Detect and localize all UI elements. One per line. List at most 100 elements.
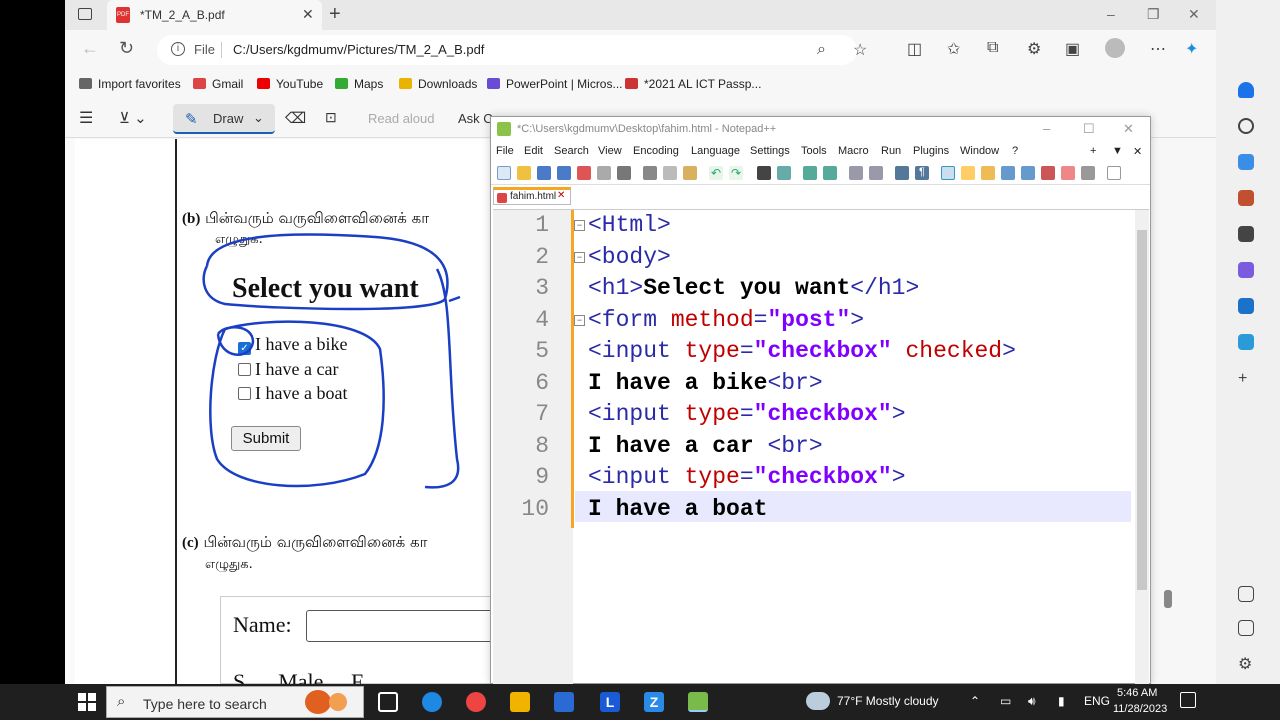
menu-edit[interactable]: Edit	[524, 145, 543, 157]
menu-help[interactable]: ?	[1012, 145, 1018, 157]
clock-time[interactable]: 5:46 AM	[1117, 687, 1157, 699]
settings-gear-icon[interactable]: ⚙	[1238, 654, 1252, 674]
menu-add-icon[interactable]: +	[1090, 145, 1096, 157]
menu-settings[interactable]: Settings	[750, 145, 790, 157]
weather-text[interactable]: 77°F Mostly cloudy	[837, 694, 939, 708]
close-all-icon[interactable]	[597, 166, 611, 180]
page-scroll-thumb[interactable]	[1164, 590, 1172, 608]
npp-close-button[interactable]: ✕	[1123, 121, 1134, 137]
zoom-app-icon[interactable]: Z	[644, 692, 664, 712]
pdf-viewer[interactable]: (b) பின்வரும் வருவிளைவினைக் கா எழுதுக. S…	[65, 139, 520, 684]
favorite-gmail[interactable]: Gmail	[193, 77, 243, 91]
search-icon[interactable]	[1238, 118, 1254, 134]
external-link-icon[interactable]	[1238, 620, 1254, 636]
address-bar[interactable]: i File C:/Users/kgdmumv/Pictures/TM_2_A_…	[157, 35, 867, 65]
fold-toggle-icon[interactable]: −	[574, 252, 585, 263]
menu-tools[interactable]: Tools	[801, 145, 827, 157]
find-icon[interactable]	[757, 166, 771, 180]
indent-guide-icon[interactable]	[941, 166, 955, 180]
menu-encoding[interactable]: Encoding	[633, 145, 679, 157]
sidebar-toggle-icon[interactable]	[1238, 586, 1254, 602]
redo-icon[interactable]: ↷	[729, 166, 743, 180]
favorite-youtube[interactable]: YouTube	[257, 77, 323, 91]
volume-icon[interactable]: 🔊︎	[1028, 694, 1036, 709]
scrollbar-thumb[interactable]	[1137, 230, 1147, 590]
restore-button[interactable]: ❐	[1147, 6, 1160, 23]
favorite-maps[interactable]: Maps	[335, 77, 383, 91]
favorite-star-icon[interactable]: ☆	[853, 40, 867, 60]
code-editor[interactable]: 1 2 3 4 5 6 7 8 9 10 − − − <Html> <body>	[493, 209, 1149, 684]
favorite-downloads[interactable]: Downloads	[399, 77, 477, 91]
favorite-ict-pdf[interactable]: *2021 AL ICT Passp...	[625, 77, 761, 91]
minimize-button[interactable]: –	[1107, 6, 1115, 22]
collections-icon[interactable]: ⧉	[987, 39, 998, 57]
read-aloud-button[interactable]: Read aloud	[368, 111, 435, 126]
tab-actions-icon[interactable]	[78, 8, 92, 20]
split-screen-icon[interactable]: ◫	[907, 39, 922, 59]
npp-maximize-button[interactable]: ☐	[1083, 121, 1095, 137]
erase-icon[interactable]: ⌫	[285, 109, 306, 127]
info-icon[interactable]: i	[171, 42, 185, 56]
save-icon[interactable]	[537, 166, 551, 180]
show-all-icon[interactable]: ¶	[915, 166, 929, 180]
chrome-taskbar-icon[interactable]	[466, 692, 486, 712]
undo-icon[interactable]: ↶	[709, 166, 723, 180]
fold-toggle-icon[interactable]: −	[574, 220, 585, 231]
address-url[interactable]: C:/Users/kgdmumv/Pictures/TM_2_A_B.pdf	[233, 42, 484, 57]
menu-search[interactable]: Search	[554, 145, 589, 157]
notification-center-icon[interactable]	[1180, 692, 1196, 708]
new-tab-button[interactable]: +	[329, 3, 341, 26]
tab-close-icon[interactable]: ✕	[302, 6, 314, 23]
record-macro-icon[interactable]	[1061, 166, 1075, 180]
copilot-icon[interactable]: ✦	[1185, 39, 1198, 59]
editor-scrollbar[interactable]	[1135, 210, 1149, 684]
new-file-icon[interactable]	[497, 166, 511, 180]
highlight-icon[interactable]: ⊻ ⌄	[119, 109, 147, 127]
menu-file[interactable]: File	[496, 145, 514, 157]
menu-window[interactable]: Window	[960, 145, 999, 157]
store-icon[interactable]	[554, 692, 574, 712]
menu-run[interactable]: Run	[881, 145, 901, 157]
wrap-icon[interactable]	[895, 166, 909, 180]
ask-copilot-button[interactable]: Ask C	[458, 111, 493, 126]
fold-toggle-icon[interactable]: −	[574, 315, 585, 326]
office-icon[interactable]	[1238, 262, 1254, 278]
zoom-in-icon[interactable]	[803, 166, 817, 180]
close-file-icon[interactable]	[577, 166, 591, 180]
battery-icon[interactable]: ▭	[1000, 694, 1011, 708]
zoom-out-icon[interactable]	[823, 166, 837, 180]
notepadpp-titlebar[interactable]: *C:\Users\kgdmumv\Desktop\fahim.html - N…	[491, 117, 1150, 143]
replace-icon[interactable]	[777, 166, 791, 180]
menu-dropdown-icon[interactable]: ▼	[1112, 145, 1123, 157]
favorite-import[interactable]: Import favorites	[79, 77, 181, 91]
notepadpp-taskbar-icon[interactable]	[688, 692, 708, 712]
favorite-powerpoint[interactable]: PowerPoint | Micros...	[487, 77, 622, 91]
profile-avatar[interactable]	[1105, 38, 1125, 58]
task-view-icon[interactable]	[378, 692, 398, 712]
edge-taskbar-icon[interactable]	[422, 692, 442, 712]
tag-icon[interactable]	[1238, 154, 1254, 170]
tray-overflow-icon[interactable]: ⌃	[970, 694, 980, 708]
favorites-icon[interactable]: ✩	[947, 39, 960, 59]
monitor-icon[interactable]	[1041, 166, 1055, 180]
microphone-icon[interactable]: ▮	[1058, 694, 1065, 708]
paste-icon[interactable]	[683, 166, 697, 180]
taskbar-search-box[interactable]: ⌕ Type here to search	[106, 686, 364, 718]
contents-icon[interactable]: ☰	[79, 108, 93, 128]
function-list-icon[interactable]	[1001, 166, 1015, 180]
briefcase-icon[interactable]	[1238, 190, 1254, 206]
play-macro-icon[interactable]	[1107, 166, 1121, 180]
language-indicator[interactable]: ENG	[1084, 694, 1110, 708]
menu-macro[interactable]: Macro	[838, 145, 869, 157]
print-icon[interactable]	[617, 166, 631, 180]
file-explorer-icon[interactable]	[510, 692, 530, 712]
outlook-icon[interactable]	[1238, 298, 1254, 314]
doc-map-icon[interactable]	[981, 166, 995, 180]
sync-h-icon[interactable]	[869, 166, 883, 180]
lync-icon[interactable]: L	[600, 692, 620, 712]
menu-plugins[interactable]: Plugins	[913, 145, 949, 157]
save-all-icon[interactable]	[557, 166, 571, 180]
open-file-icon[interactable]	[517, 166, 531, 180]
menu-close-icon[interactable]: ✕	[1133, 145, 1142, 158]
menu-language[interactable]: Language	[691, 145, 740, 157]
